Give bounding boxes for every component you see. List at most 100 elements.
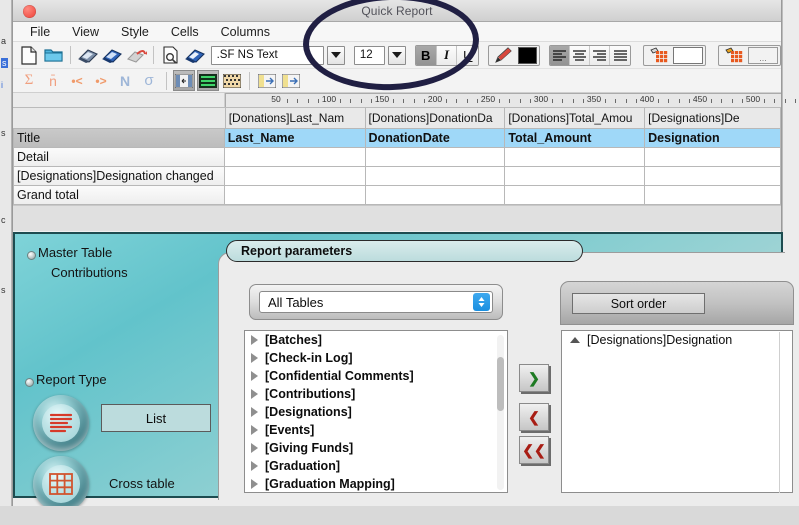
bold-button[interactable]: B bbox=[415, 45, 437, 65]
cell-title-last-name[interactable]: Last_Name bbox=[224, 129, 366, 148]
column-header-total-amount[interactable]: [Donations]Total_Amou bbox=[505, 108, 646, 129]
disclosure-triangle-icon[interactable] bbox=[251, 335, 258, 345]
disclosure-triangle-icon[interactable] bbox=[251, 425, 258, 435]
column-header-last-name[interactable]: [Donations]Last_Nam bbox=[224, 108, 366, 129]
master-table-disclosure-icon[interactable] bbox=[27, 251, 36, 260]
list-item[interactable]: [Designations]Designation bbox=[562, 331, 792, 349]
hide-show-columns-icon[interactable] bbox=[173, 70, 195, 91]
font-name-dropdown-button[interactable] bbox=[326, 45, 345, 65]
pattern-grid-icon[interactable] bbox=[221, 70, 243, 91]
row-label-detail[interactable]: Detail bbox=[13, 148, 225, 167]
disclosure-triangle-icon[interactable] bbox=[251, 461, 258, 471]
print-preview-icon[interactable] bbox=[160, 45, 182, 66]
save-as-icon[interactable] bbox=[101, 45, 123, 66]
new-document-icon[interactable] bbox=[18, 45, 40, 66]
report-type-disclosure-icon[interactable] bbox=[25, 378, 34, 387]
count-icon[interactable]: N bbox=[114, 70, 136, 91]
cell-title-total-amount[interactable]: Total_Amount bbox=[505, 129, 646, 148]
font-size-field[interactable]: 12 bbox=[353, 45, 385, 65]
insert-column-left-icon[interactable] bbox=[256, 70, 278, 91]
list-item[interactable]: [Graduation] bbox=[245, 457, 507, 475]
underline-button[interactable]: U bbox=[457, 45, 479, 65]
tables-list[interactable]: [Batches] [Check-in Log] [Confidential C… bbox=[244, 330, 508, 493]
list-item[interactable]: [Graduation Mapping] bbox=[245, 475, 507, 492]
cell-break-total-amount[interactable] bbox=[505, 167, 646, 186]
cell-grandtotal-donation-date[interactable] bbox=[365, 186, 506, 205]
italic-button[interactable]: I bbox=[436, 45, 458, 65]
tables-filter-select[interactable]: All Tables bbox=[259, 291, 493, 313]
cell-grandtotal-designation[interactable] bbox=[645, 186, 781, 205]
menu-item-style[interactable]: Style bbox=[110, 23, 160, 41]
column-header-designation[interactable]: [Designations]De bbox=[645, 108, 781, 129]
list-item[interactable]: [Events] bbox=[245, 421, 507, 439]
report-type-cross-table-label[interactable]: Cross table bbox=[109, 476, 175, 491]
fill-bucket-icon[interactable] bbox=[647, 45, 669, 66]
menu-item-cells[interactable]: Cells bbox=[160, 23, 210, 41]
fill-color-swatch[interactable] bbox=[673, 46, 703, 64]
cell-break-designation[interactable] bbox=[645, 167, 781, 186]
list-item[interactable]: [Giving Funds] bbox=[245, 439, 507, 457]
maximum-icon[interactable]: •> bbox=[90, 70, 112, 91]
list-item[interactable]: [Batches] bbox=[245, 331, 507, 349]
table-view-icon[interactable] bbox=[197, 70, 219, 91]
horizontal-ruler[interactable]: 50 100 150 200 250 300 350 400 450 500 bbox=[225, 93, 797, 107]
cell-grandtotal-total-amount[interactable] bbox=[505, 186, 646, 205]
align-right-icon[interactable] bbox=[590, 45, 611, 65]
list-item[interactable]: [Contributions] bbox=[245, 385, 507, 403]
sort-order-list[interactable]: [Designations]Designation bbox=[561, 330, 793, 493]
disclosure-triangle-icon[interactable] bbox=[251, 443, 258, 453]
report-parameters-tab[interactable]: Report parameters bbox=[226, 240, 583, 262]
cell-title-donation-date[interactable]: DonationDate bbox=[365, 129, 506, 148]
std-deviation-icon[interactable]: σ bbox=[138, 70, 160, 91]
pen-color-icon[interactable] bbox=[492, 45, 514, 66]
disclosure-triangle-icon[interactable] bbox=[251, 479, 258, 489]
list-item[interactable]: [Confidential Comments] bbox=[245, 367, 507, 385]
column-header-donation-date[interactable]: [Donations]DonationDa bbox=[365, 108, 506, 129]
menu-item-view[interactable]: View bbox=[61, 23, 110, 41]
minimum-icon[interactable]: •< bbox=[66, 70, 88, 91]
cell-break-donation-date[interactable] bbox=[365, 167, 506, 186]
add-field-button[interactable]: ❯ bbox=[519, 364, 549, 392]
average-icon[interactable]: n̄ bbox=[42, 70, 64, 91]
open-folder-icon[interactable] bbox=[42, 45, 64, 66]
disclosure-triangle-icon[interactable] bbox=[251, 389, 258, 399]
insert-column-right-icon[interactable] bbox=[280, 70, 302, 91]
disclosure-triangle-icon[interactable] bbox=[251, 353, 258, 363]
save-icon[interactable] bbox=[77, 45, 99, 66]
pattern-bucket-icon[interactable] bbox=[722, 45, 744, 66]
cell-title-designation[interactable]: Designation bbox=[645, 129, 781, 148]
sort-ascending-icon[interactable] bbox=[570, 337, 580, 343]
menu-item-file[interactable]: File bbox=[19, 23, 61, 41]
font-name-field[interactable]: .SF NS Text bbox=[210, 45, 324, 65]
disclosure-triangle-icon[interactable] bbox=[251, 371, 258, 381]
disclosure-triangle-icon[interactable] bbox=[251, 407, 258, 417]
remove-all-fields-button[interactable]: ❮❮ bbox=[519, 436, 549, 464]
report-type-cross-table-radio[interactable] bbox=[33, 456, 89, 512]
report-type-list-button[interactable]: List bbox=[101, 404, 211, 432]
cell-detail-last-name[interactable] bbox=[224, 148, 366, 167]
report-type-list-radio[interactable] bbox=[33, 395, 89, 451]
pattern-swatch[interactable]: ... bbox=[748, 46, 778, 64]
tables-list-scroll-thumb[interactable] bbox=[497, 357, 504, 411]
list-item[interactable]: [Designations] bbox=[245, 403, 507, 421]
list-item[interactable]: [Check-in Log] bbox=[245, 349, 507, 367]
cell-break-last-name[interactable] bbox=[224, 167, 366, 186]
menu-item-columns[interactable]: Columns bbox=[210, 23, 281, 41]
row-label-title[interactable]: Title bbox=[13, 129, 225, 148]
remove-field-button[interactable]: ❮ bbox=[519, 403, 549, 431]
cell-detail-total-amount[interactable] bbox=[505, 148, 646, 167]
align-center-icon[interactable] bbox=[570, 45, 591, 65]
master-table-value[interactable]: Contributions bbox=[51, 265, 128, 280]
row-label-designation-break[interactable]: [Designations]Designation changed bbox=[13, 167, 225, 186]
font-size-dropdown-button[interactable] bbox=[387, 45, 406, 65]
cell-grandtotal-last-name[interactable] bbox=[224, 186, 366, 205]
close-icon[interactable] bbox=[23, 5, 36, 18]
sum-icon[interactable]: Σ bbox=[18, 70, 40, 91]
print-icon[interactable] bbox=[184, 45, 206, 66]
align-left-icon[interactable] bbox=[550, 45, 571, 65]
revert-icon[interactable] bbox=[125, 45, 147, 66]
text-color-swatch[interactable] bbox=[518, 46, 538, 64]
row-label-grand-total[interactable]: Grand total bbox=[13, 186, 225, 205]
align-justify-icon[interactable] bbox=[610, 45, 631, 65]
cell-detail-donation-date[interactable] bbox=[365, 148, 506, 167]
